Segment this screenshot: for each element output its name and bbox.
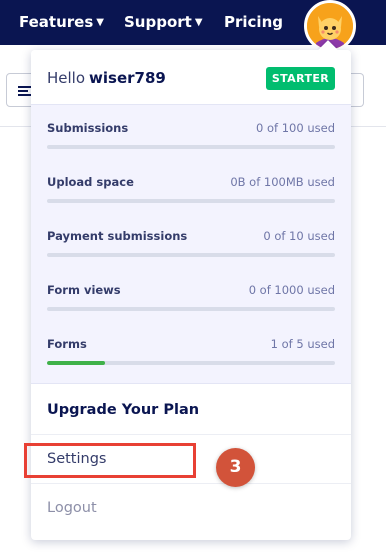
step-number-badge: 3 <box>216 448 255 487</box>
nav-pricing-link[interactable]: Pricing <box>224 13 283 31</box>
usage-progress-track <box>47 199 335 203</box>
usage-label: Forms <box>47 337 87 351</box>
usage-progress-track <box>47 307 335 311</box>
usage-label: Submissions <box>47 121 129 135</box>
usage-progress-track <box>47 253 335 257</box>
usage-row-payment-submissions: Payment submissions 0 of 10 used <box>47 213 335 267</box>
nav-support-menu[interactable]: Support ▼ <box>124 13 203 31</box>
greeting-text: Hello wiser789 <box>47 69 166 87</box>
account-dropdown: Hello wiser789 STARTER Submissions 0 of 1… <box>31 50 351 540</box>
usage-value: 0 of 100 used <box>256 121 335 135</box>
usage-panel: Submissions 0 of 100 used Upload space 0… <box>31 104 351 384</box>
usage-row-form-views: Form views 0 of 1000 used <box>47 267 335 321</box>
usage-value: 0 of 1000 used <box>248 283 335 297</box>
usage-label: Form views <box>47 283 121 297</box>
usage-row-forms: Forms 1 of 5 used <box>47 321 335 375</box>
usage-row-upload-space: Upload space 0B of 100MB used <box>47 159 335 213</box>
usage-progress-track <box>47 145 335 149</box>
usage-value: 0B of 100MB used <box>230 175 335 189</box>
caret-down-icon: ▼ <box>96 17 104 28</box>
nav-features-label: Features <box>19 13 94 31</box>
caret-down-icon: ▼ <box>194 17 203 28</box>
usage-label: Upload space <box>47 175 134 189</box>
usage-row-submissions: Submissions 0 of 100 used <box>47 105 335 159</box>
account-header: Hello wiser789 STARTER <box>31 50 351 104</box>
usage-progress-fill <box>47 361 105 365</box>
nav-support-label: Support <box>124 13 192 31</box>
usage-label: Payment submissions <box>47 229 188 243</box>
filter-lines-icon <box>18 86 32 96</box>
greeting-label: Hello <box>47 69 86 87</box>
username: wiser789 <box>89 69 166 87</box>
nav-pricing-label: Pricing <box>224 13 283 31</box>
nav-features-menu[interactable]: Features ▼ <box>19 13 104 31</box>
logout-link[interactable]: Logout <box>31 484 351 533</box>
usage-value: 1 of 5 used <box>270 337 335 351</box>
usage-value: 0 of 10 used <box>263 229 335 243</box>
upgrade-plan-label: Upgrade Your Plan <box>47 402 200 418</box>
logout-label: Logout <box>47 500 97 516</box>
settings-label: Settings <box>47 451 107 467</box>
upgrade-plan-link[interactable]: Upgrade Your Plan <box>31 386 351 435</box>
usage-progress-track <box>47 361 335 365</box>
settings-link[interactable]: Settings <box>31 435 351 484</box>
plan-badge: STARTER <box>266 67 335 90</box>
